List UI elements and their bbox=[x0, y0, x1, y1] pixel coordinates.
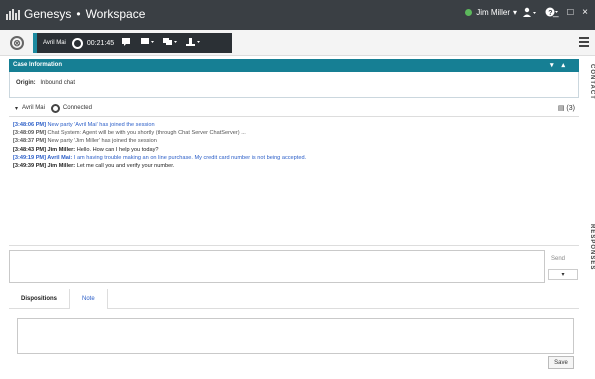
transcript-line: [3:49:39 PM] Jim Miller: Let me call you… bbox=[13, 163, 175, 170]
chevron-down-icon: ▾ bbox=[512, 8, 517, 17]
responses-side-tab[interactable]: RESPONSES bbox=[582, 222, 595, 272]
clock-icon bbox=[71, 37, 83, 49]
transcript-line: [3:48:09 PM] Chat System: Agent will be … bbox=[13, 130, 246, 137]
connection-status: Connected bbox=[62, 105, 92, 111]
svg-text:?: ? bbox=[548, 10, 552, 17]
window-controls[interactable]: _ □ × bbox=[553, 7, 591, 18]
case-information-header[interactable]: Case Information ▾▴ bbox=[9, 59, 579, 72]
attachments-icon[interactable]: ▤ (3) bbox=[558, 104, 575, 112]
agent-name: Jim Miller bbox=[476, 8, 510, 17]
origin-value: Inbound chat bbox=[40, 80, 76, 86]
ready-status-icon bbox=[465, 9, 473, 16]
send-options-dropdown[interactable]: ▾ bbox=[548, 269, 578, 280]
interaction-party-name: Avril Mai bbox=[22, 105, 45, 111]
chat-compose-input[interactable] bbox=[9, 250, 545, 283]
chat-icon[interactable] bbox=[122, 38, 132, 48]
conference-icon[interactable] bbox=[163, 38, 178, 48]
transcript-line: [3:48:43 PM] Jim Miller: Hello. How can … bbox=[13, 146, 159, 153]
interaction-bar: ▾ Avril Mai Connected ▤ (3) bbox=[9, 100, 579, 117]
transcript-line: [3:48:37 PM] New party 'Jim Miller' has … bbox=[13, 138, 157, 145]
interaction-toolbar: ⊗ Avril Mai 00:21:45 bbox=[0, 30, 595, 56]
collapse-caret-icon[interactable]: ▾ bbox=[15, 105, 18, 112]
transcript-line: [3:48:06 PM] New party 'Avril Mai' has j… bbox=[13, 122, 155, 128]
bottom-tabs: Dispositions Note bbox=[9, 289, 579, 309]
brand-name: Genesys bbox=[24, 7, 72, 21]
app-name: Workspace bbox=[85, 7, 146, 21]
transcript-line: [3:49:19 PM] Avril Mai: I am having trou… bbox=[13, 154, 307, 161]
tab-note[interactable]: Note bbox=[69, 289, 108, 309]
connected-icon bbox=[50, 103, 60, 113]
app-brand: Genesys • Workspace bbox=[6, 7, 145, 21]
agent-status-menu[interactable]: Jim Miller ▾ bbox=[465, 8, 517, 17]
title-bar: Genesys • Workspace Jim Miller ▾ ? _ □ × bbox=[0, 0, 595, 30]
save-button[interactable]: Save bbox=[548, 356, 574, 369]
brand-separator: • bbox=[76, 7, 81, 21]
case-information-body: Origin: Inbound chat bbox=[9, 72, 579, 98]
transfer-icon[interactable] bbox=[141, 38, 155, 48]
person-icon[interactable] bbox=[523, 7, 537, 20]
note-textarea[interactable] bbox=[17, 318, 574, 354]
case-information-title: Case Information bbox=[13, 62, 63, 68]
tab-dispositions[interactable]: Dispositions bbox=[9, 289, 69, 309]
interaction-timer: 00:21:45 bbox=[86, 39, 115, 47]
close-icon[interactable]: ⊗ bbox=[10, 36, 24, 50]
origin-label: Origin: bbox=[16, 80, 36, 86]
contacts-side-tab[interactable]: CONTACT bbox=[582, 62, 595, 102]
party-name: Avril Mai bbox=[43, 40, 66, 46]
consult-icon[interactable] bbox=[186, 37, 201, 49]
case-header-controls[interactable]: ▾▴ bbox=[550, 59, 573, 72]
menu-icon[interactable] bbox=[579, 37, 589, 49]
interaction-action-bar: Avril Mai 00:21:45 bbox=[33, 33, 232, 53]
send-button[interactable]: Send bbox=[551, 256, 565, 262]
genesys-logo-icon bbox=[6, 8, 20, 20]
chat-transcript: [3:48:06 PM] New party 'Avril Mai' has j… bbox=[9, 118, 579, 246]
